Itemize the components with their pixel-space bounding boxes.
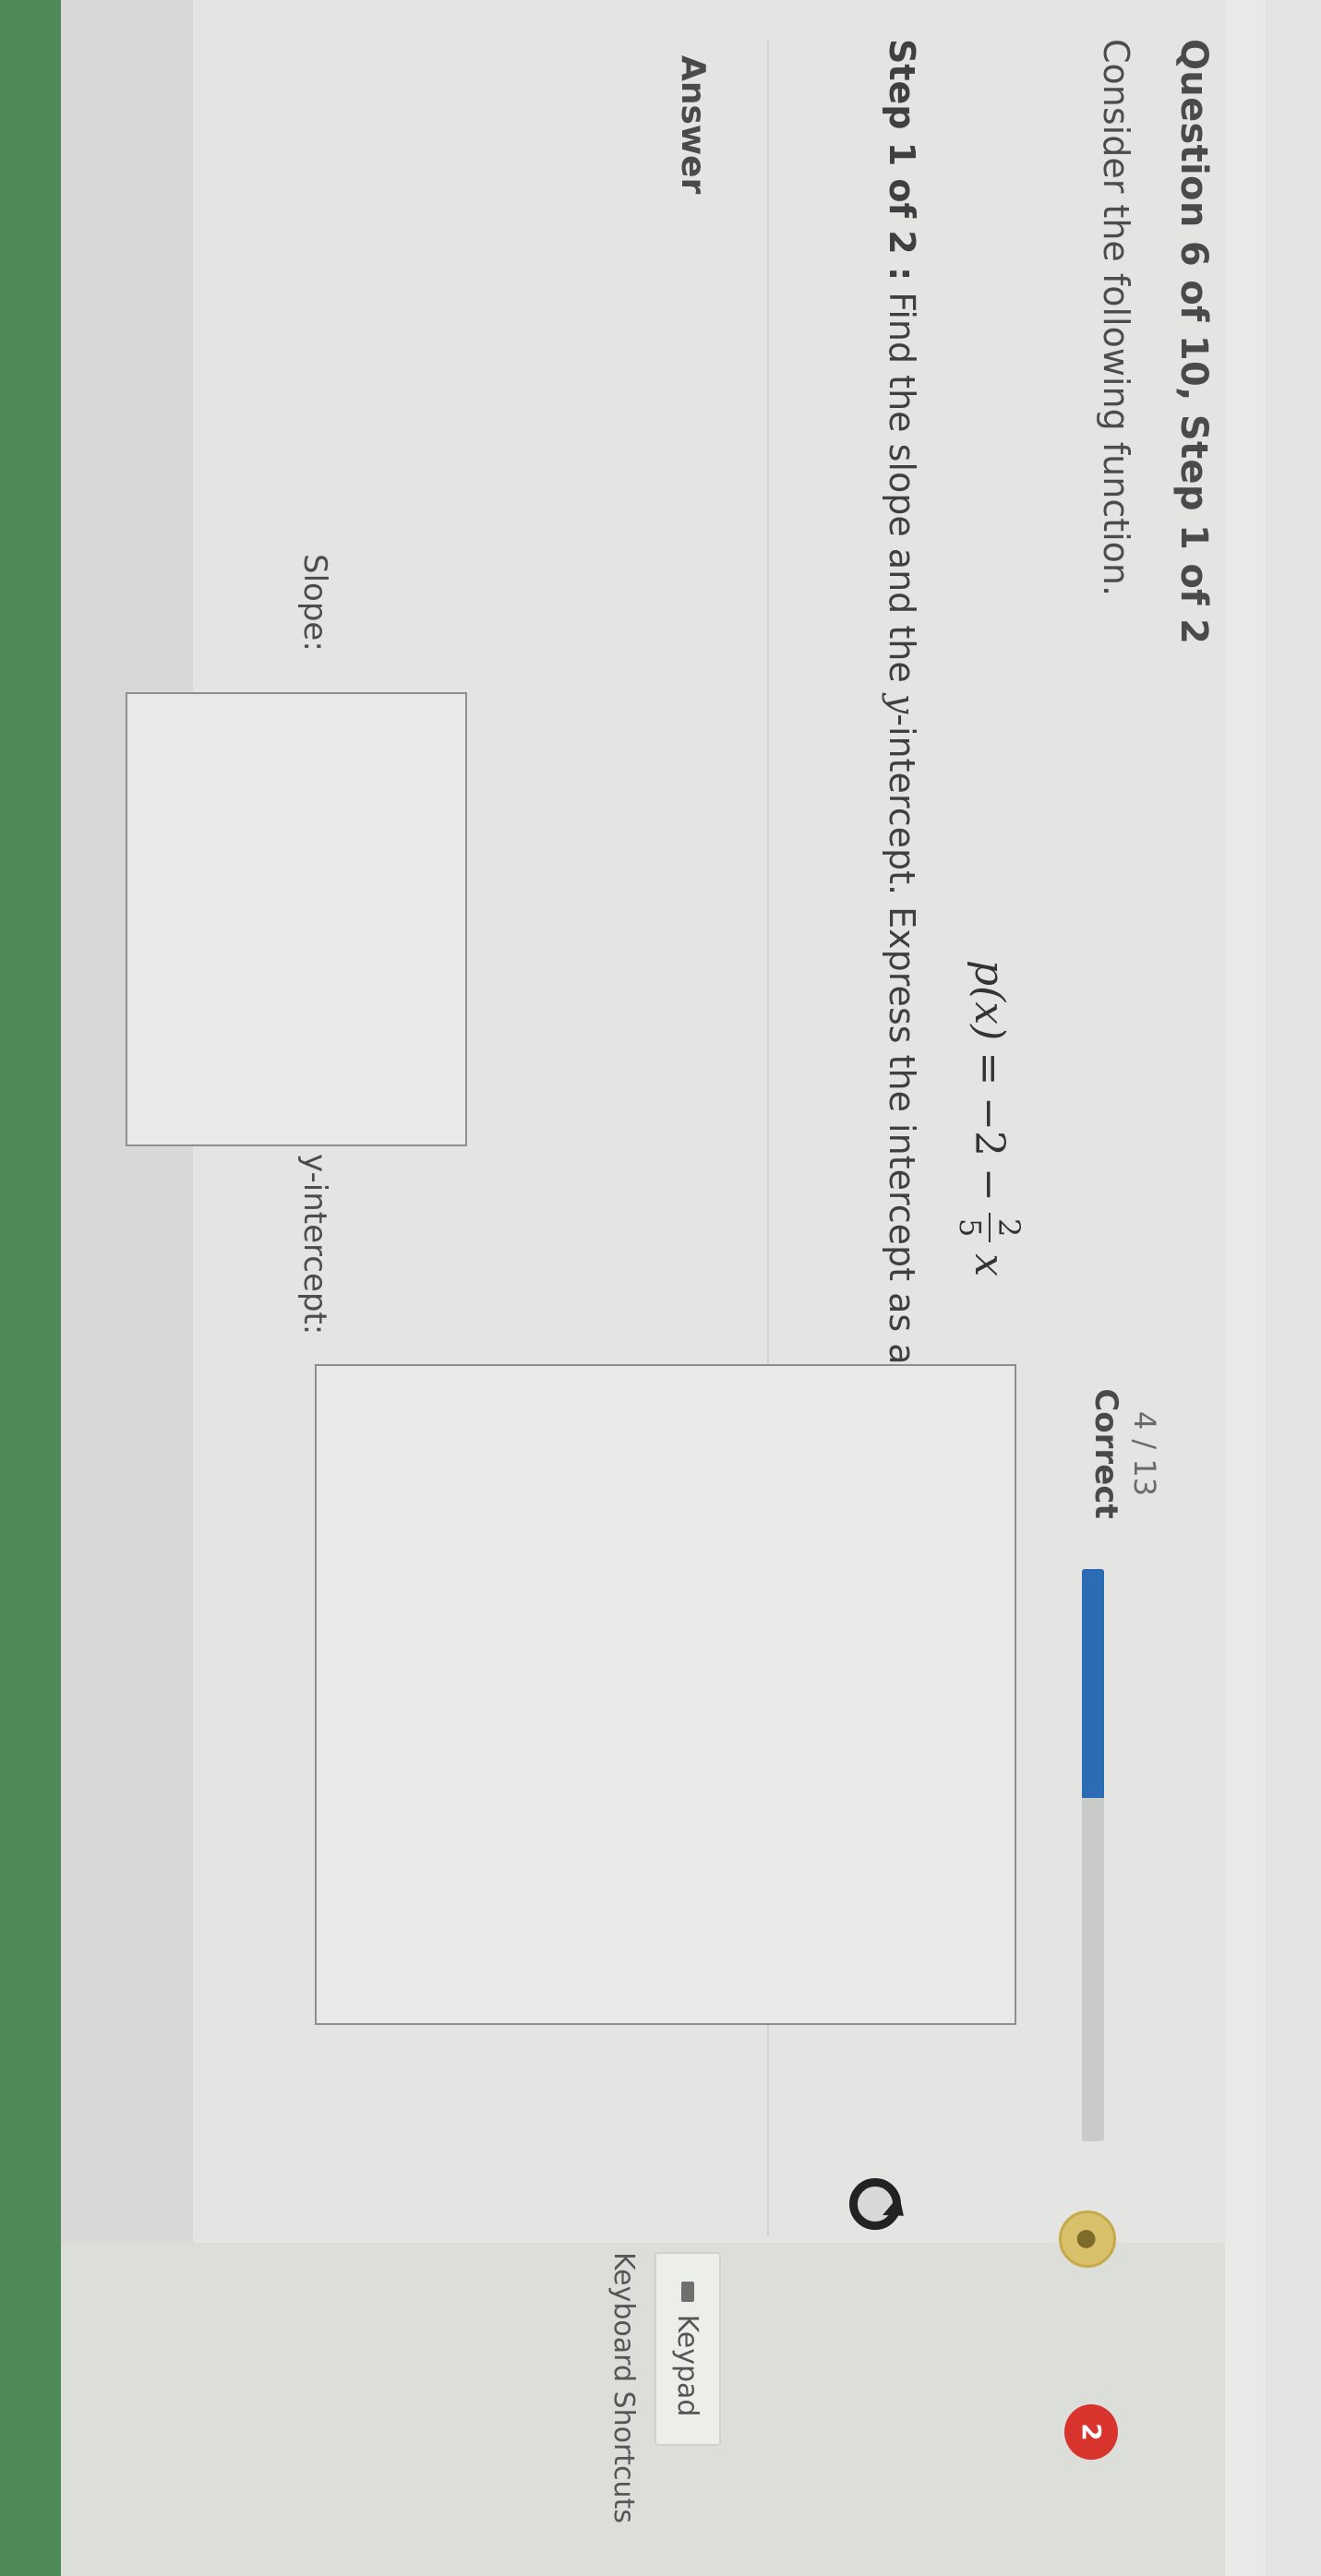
page: Question 6 of 10, Step 1 of 2 4 / 13 Cor… — [0, 0, 1321, 2576]
step-label: Step 1 of 2 : — [882, 39, 922, 282]
step-text-before: Find the slope and the — [882, 292, 922, 694]
header-strip — [1225, 0, 1266, 2576]
progress-bar-fill — [1082, 1569, 1104, 1798]
slope-label: Slope: — [296, 554, 333, 652]
keypad-label: Keypad — [671, 2314, 704, 2417]
slope-input[interactable] — [126, 692, 467, 1146]
fraction-numerator: 2 — [989, 1212, 1027, 1243]
answer-heading: Answer — [674, 55, 712, 195]
score-count: 4 / 13 — [1127, 1410, 1162, 1497]
function-formula: p(x) = −2 − 2 5 x — [953, 960, 1027, 1277]
green-sidebar — [0, 0, 61, 2576]
equals-sign: = — [966, 1051, 1014, 1086]
right-panel — [61, 2243, 1225, 2576]
problem-prompt: Consider the following function. — [1096, 39, 1136, 597]
heart-icon[interactable]: 2 — [1064, 2404, 1118, 2460]
step-text-italic: y — [882, 693, 922, 714]
constant-term: −2 — [966, 1096, 1014, 1157]
keyboard-shortcuts-link[interactable]: Keyboard Shortcuts — [607, 2252, 640, 2566]
fraction: 2 5 — [953, 1212, 1027, 1243]
keypad-icon — [681, 2281, 694, 2302]
score-label: Correct — [1087, 1388, 1124, 1519]
reload-icon[interactable] — [849, 2178, 901, 2230]
variable-x: x — [966, 1253, 1014, 1277]
y-intercept-label: y-intercept: — [296, 1154, 333, 1336]
window-top-band — [1266, 0, 1321, 2576]
function-name: p(x) — [966, 960, 1014, 1041]
minus-sign: − — [966, 1168, 1014, 1202]
progress-bar — [1082, 1569, 1104, 2141]
fraction-denominator: 5 — [953, 1217, 988, 1238]
coin-icon[interactable]: ● — [1059, 2211, 1116, 2268]
y-intercept-input[interactable] — [315, 1364, 1016, 2025]
question-title: Question 6 of 10, Step 1 of 2 — [1172, 39, 1215, 645]
keypad-button[interactable]: Keypad — [654, 2252, 721, 2446]
